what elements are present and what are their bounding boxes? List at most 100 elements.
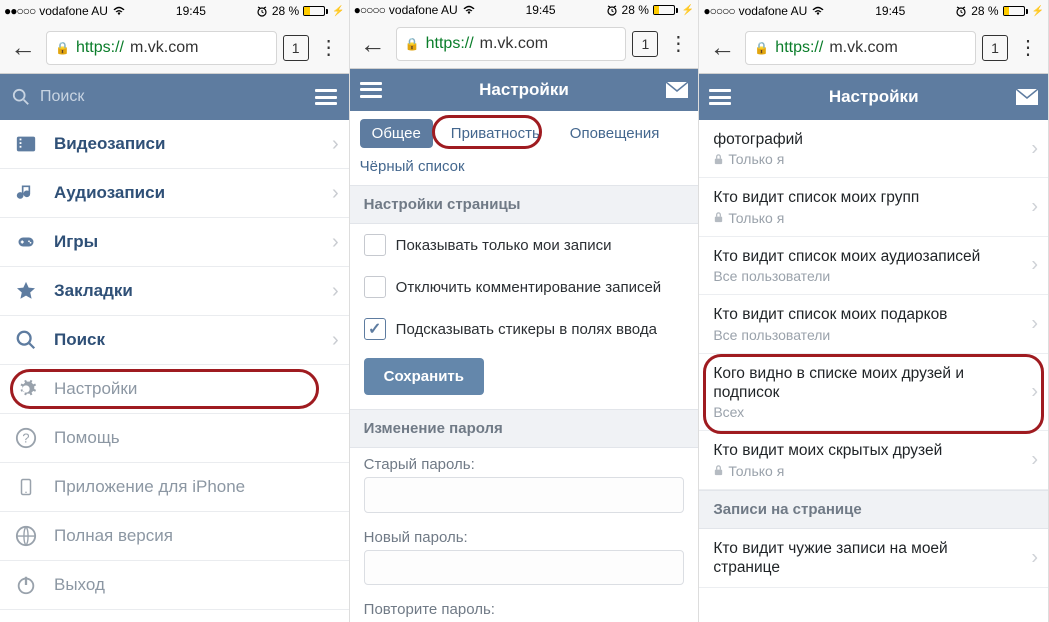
checkbox[interactable]: [364, 234, 386, 256]
menu-item-globe[interactable]: Полная версия: [0, 512, 349, 561]
privacy-item-title: Кто видит чужие записи на моей странице: [713, 539, 1034, 578]
back-icon[interactable]: ←: [6, 32, 40, 63]
menu-item-video[interactable]: Видеозаписи›: [0, 120, 349, 169]
vk-search-bar[interactable]: Поиск: [0, 74, 349, 120]
lock-icon: 🔒: [405, 37, 420, 51]
menu-item-help[interactable]: ?Помощь: [0, 414, 349, 463]
battery-icon: [1003, 6, 1028, 16]
section-page-settings: Настройки страницы: [350, 185, 699, 224]
checkbox-row[interactable]: Отключить комментирование записей: [350, 266, 699, 308]
menu-item-label: Поиск: [54, 330, 105, 350]
privacy-item-value: Все пользователи: [713, 327, 1034, 343]
menu-item-label: Выход: [54, 575, 105, 595]
lock-icon: [713, 154, 724, 165]
games-icon: [14, 230, 38, 254]
menu-item-power[interactable]: Выход: [0, 561, 349, 610]
wifi-icon: [811, 6, 825, 16]
privacy-item[interactable]: Кто видит моих скрытых друзейТолько я›: [699, 431, 1048, 489]
browser-menu-icon[interactable]: ⋮: [315, 38, 343, 58]
checkbox[interactable]: [364, 318, 386, 340]
old-password-input[interactable]: [364, 477, 685, 512]
status-bar: ●●○○○ vodafone AU 19:45 28 % ⚡: [0, 0, 349, 22]
tab-privacy[interactable]: Приватность: [439, 119, 552, 148]
privacy-item[interactable]: Кого видно в списке моих друзей и подпис…: [699, 354, 1048, 432]
new-password-input[interactable]: [364, 550, 685, 585]
back-icon[interactable]: ←: [705, 32, 739, 63]
privacy-item[interactable]: Кто видит список моих группТолько я›: [699, 178, 1048, 236]
privacy-item[interactable]: фотографий Только я›: [699, 120, 1048, 178]
carrier-label: vodafone AU: [389, 3, 458, 17]
tab-count-button[interactable]: 1: [283, 35, 309, 61]
vk-nav-bar: Настройки: [350, 69, 699, 112]
back-icon[interactable]: ←: [356, 29, 390, 60]
url-prefix: https://: [426, 35, 474, 53]
search-placeholder: Поиск: [40, 88, 84, 106]
privacy-item[interactable]: Кто видит список моих аудиозаписей Все по…: [699, 237, 1048, 295]
chevron-right-icon: ›: [1031, 312, 1038, 335]
menu-item-label: Аудиозаписи: [54, 183, 165, 203]
pane-menu: ●●○○○ vodafone AU 19:45 28 % ⚡ ← 🔒 https…: [0, 0, 350, 622]
tab-count-button[interactable]: 1: [632, 31, 658, 57]
wifi-icon: [112, 6, 126, 16]
checkbox-row[interactable]: Показывать только мои записи: [350, 224, 699, 266]
new-password-label: Новый пароль:: [350, 521, 699, 550]
alarm-icon: [256, 5, 268, 17]
hamburger-icon[interactable]: [709, 89, 731, 105]
url-host: m.vk.com: [829, 39, 897, 57]
pane-settings: ●○○○○ vodafone AU 19:45 28 % ⚡ ← 🔒 https…: [350, 0, 700, 622]
checkbox[interactable]: [364, 276, 386, 298]
blacklist-link[interactable]: Чёрный список: [350, 152, 699, 185]
chevron-right-icon: ›: [1031, 448, 1038, 471]
menu-item-search[interactable]: Поиск›: [0, 316, 349, 365]
tab-count-button[interactable]: 1: [982, 35, 1008, 61]
menu-item-label: Закладки: [54, 281, 133, 301]
privacy-item-title: фотографий: [713, 130, 1034, 149]
chevron-right-icon: ›: [1031, 137, 1038, 160]
chevron-right-icon: ›: [1031, 380, 1038, 403]
menu-item-label: Игры: [54, 232, 98, 252]
gear-icon: [14, 377, 38, 401]
mail-icon[interactable]: [1016, 89, 1038, 105]
tab-general[interactable]: Общее: [360, 119, 433, 148]
hamburger-icon[interactable]: [315, 89, 337, 105]
menu-item-audio[interactable]: Аудиозаписи›: [0, 169, 349, 218]
menu-item-games[interactable]: Игры›: [0, 218, 349, 267]
signal-dots-icon: ●●○○○: [4, 4, 35, 18]
privacy-item-value: Все пользователи: [713, 268, 1034, 284]
privacy-item-title: Кого видно в списке моих друзей и подпис…: [713, 364, 1034, 403]
menu-item-star[interactable]: Закладки›: [0, 267, 349, 316]
menu-item-gear[interactable]: Настройки: [0, 365, 349, 414]
url-bar[interactable]: 🔒 https://m.vk.com: [745, 31, 976, 65]
privacy-item-title: Кто видит список моих подарков: [713, 305, 1034, 324]
battery-icon: [303, 6, 328, 16]
mail-icon[interactable]: [666, 82, 688, 98]
menu-item-label: Видеозаписи: [54, 134, 165, 154]
privacy-item-title: Кто видит список моих аудиозаписей: [713, 247, 1034, 266]
time-label: 19:45: [176, 4, 206, 18]
save-button[interactable]: Сохранить: [364, 358, 484, 395]
chevron-right-icon: ›: [1031, 547, 1038, 570]
url-bar[interactable]: 🔒 https://m.vk.com: [46, 31, 277, 65]
checkbox-row[interactable]: Подсказывать стикеры в полях ввода: [350, 308, 699, 350]
charging-icon: ⚡: [1032, 6, 1044, 17]
privacy-item-title: Кто видит список моих групп: [713, 188, 1034, 207]
chevron-right-icon: ›: [1031, 254, 1038, 277]
privacy-item[interactable]: Кто видит список моих подарков Все пользо…: [699, 295, 1048, 353]
url-bar[interactable]: 🔒 https://m.vk.com: [396, 27, 627, 61]
search-icon: [12, 88, 30, 106]
tab-notifications[interactable]: Оповещения: [558, 119, 672, 148]
privacy-item-value: Только я: [713, 151, 1034, 167]
charging-icon: ⚡: [332, 6, 344, 17]
signal-dots-icon: ●○○○○: [703, 4, 734, 18]
hamburger-icon[interactable]: [360, 82, 382, 98]
battery-pct: 28 %: [622, 3, 649, 17]
menu-item-phone[interactable]: Приложение для iPhone: [0, 463, 349, 512]
browser-menu-icon[interactable]: ⋮: [1014, 38, 1042, 58]
status-bar: ●○○○○ vodafone AU 19:45 28 % ⚡: [699, 0, 1048, 22]
status-bar: ●○○○○ vodafone AU 19:45 28 % ⚡: [350, 0, 699, 20]
page-title: Настройки: [829, 87, 919, 107]
svg-text:?: ?: [22, 431, 29, 446]
search-icon: [14, 328, 38, 352]
privacy-item-wall[interactable]: Кто видит чужие записи на моей странице …: [699, 529, 1048, 589]
browser-menu-icon[interactable]: ⋮: [664, 34, 692, 54]
